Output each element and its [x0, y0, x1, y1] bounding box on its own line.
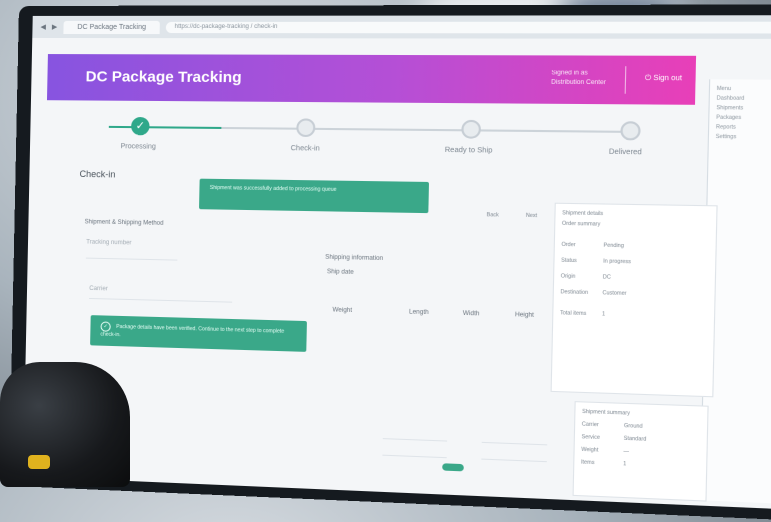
- detail-key: Destination: [560, 289, 589, 297]
- user-line-2: Distribution Center: [551, 79, 607, 87]
- carrier-label: Carrier: [89, 285, 108, 293]
- side-panel-item[interactable]: Dashboard: [716, 95, 771, 105]
- detail-key: Order: [561, 241, 576, 249]
- column-header: Height: [514, 312, 535, 319]
- browser-toolbar: ◀ ▶ DC Package Tracking https://dc-packa…: [32, 15, 771, 39]
- step-label: Check-in: [290, 145, 320, 153]
- detail-footer-value: 1: [601, 311, 606, 318]
- next-button[interactable]: Next: [526, 213, 537, 219]
- step-label: Processing: [120, 143, 156, 151]
- side-panel-item[interactable]: Menu: [717, 86, 771, 96]
- column-header: Length: [408, 309, 429, 317]
- summary-key: Items: [580, 459, 595, 467]
- summary-value: —: [623, 448, 630, 455]
- detail-value: Pending: [603, 242, 624, 250]
- sign-out-button[interactable]: ⏻ Sign out: [645, 75, 682, 84]
- check-circle-icon: ✓: [100, 321, 111, 332]
- shipment-label: Shipment & Shipping Method: [84, 219, 164, 227]
- barcode-scanner: [0, 362, 130, 487]
- detail-row: Origin DC: [561, 273, 708, 283]
- step-label: Delivered: [608, 148, 642, 157]
- info-toast-text: Package details have been verified. Cont…: [100, 323, 285, 339]
- sign-out-label: Sign out: [653, 74, 683, 83]
- back-button[interactable]: Back: [487, 212, 499, 218]
- summary-key: Weight: [581, 446, 599, 454]
- detail-row: Destination Customer: [560, 289, 707, 299]
- browser-tab[interactable]: DC Package Tracking: [63, 20, 161, 34]
- form-input[interactable]: [382, 438, 448, 442]
- step-label: Ready to Ship: [444, 146, 493, 155]
- address-bar[interactable]: https://dc-package-tracking / check-in: [166, 21, 771, 33]
- summary-row: Carrier Ground: [582, 421, 701, 432]
- step-line-complete: [108, 125, 222, 129]
- detail-key: Origin: [560, 273, 576, 280]
- summary-value: Ground: [623, 422, 643, 430]
- summary-value: Standard: [623, 435, 647, 443]
- details-card-title: Shipment details: [562, 210, 604, 218]
- header-divider: [624, 66, 627, 94]
- detail-row: Status In progress: [561, 258, 708, 267]
- tracking-input[interactable]: [85, 257, 178, 261]
- user-info: Signed in as Distribution Center: [551, 69, 606, 88]
- carrier-select[interactable]: [89, 297, 233, 303]
- summary-value: 1: [623, 460, 627, 468]
- shipping-info-label: Shipping information: [325, 254, 384, 263]
- side-panel-item[interactable]: Shipments: [716, 105, 771, 115]
- side-panel-item[interactable]: Packages: [716, 115, 771, 125]
- progress-stepper: ✓ Processing Check-in Ready to Ship Deli…: [90, 113, 643, 171]
- summary-card-title: Shipment summary: [582, 408, 630, 417]
- column-header: Width: [462, 310, 480, 318]
- detail-footer-label: Total items: [559, 310, 587, 318]
- summary-row: Weight —: [581, 447, 700, 458]
- success-toast: Shipment was successfully added to proce…: [199, 178, 430, 214]
- step-dot[interactable]: [296, 118, 316, 138]
- summary-key: Carrier: [581, 421, 599, 429]
- side-panel-item[interactable]: Settings: [716, 134, 771, 144]
- detail-footer: Total items 1: [560, 310, 707, 320]
- form-input[interactable]: [481, 458, 547, 463]
- step-line: [221, 126, 630, 133]
- section-title: Check-in: [79, 168, 116, 180]
- user-line-1: Signed in as: [551, 70, 588, 77]
- summary-card: Shipment summary Carrier Ground Service …: [572, 401, 709, 502]
- step-dot[interactable]: [461, 119, 482, 139]
- detail-value: Customer: [602, 290, 627, 298]
- form-input[interactable]: [382, 454, 447, 459]
- step-dot[interactable]: [620, 121, 641, 141]
- forward-icon[interactable]: ▶: [52, 23, 58, 31]
- back-icon[interactable]: ◀: [40, 23, 46, 31]
- detail-value: DC: [602, 274, 611, 281]
- summary-row: Service Standard: [581, 434, 700, 445]
- scanner-trigger: [28, 455, 50, 469]
- summary-key: Service: [581, 434, 601, 442]
- continue-button[interactable]: [442, 463, 464, 472]
- details-card: Shipment details Order summary Order Pen…: [550, 202, 718, 398]
- tracking-label: Tracking number: [86, 239, 132, 247]
- detail-value: In progress: [603, 258, 632, 266]
- ship-date-label: Ship date: [326, 269, 354, 276]
- column-header: Weight: [332, 307, 353, 315]
- screen: ◀ ▶ DC Package Tracking https://dc-packa…: [23, 15, 771, 510]
- app-header: DC Package Tracking Signed in as Distrib…: [46, 54, 697, 105]
- detail-row: Order Pending: [561, 242, 708, 251]
- form-input[interactable]: [481, 441, 548, 446]
- app-title: DC Package Tracking: [85, 68, 242, 87]
- summary-row: Items 1: [581, 459, 700, 470]
- details-card-subtitle: Order summary: [561, 220, 601, 228]
- info-toast: ✓ Package details have been verified. Co…: [90, 315, 307, 352]
- step-check-icon[interactable]: ✓: [130, 116, 150, 136]
- detail-key: Status: [561, 257, 577, 265]
- sign-out-icon: ⏻: [644, 74, 652, 83]
